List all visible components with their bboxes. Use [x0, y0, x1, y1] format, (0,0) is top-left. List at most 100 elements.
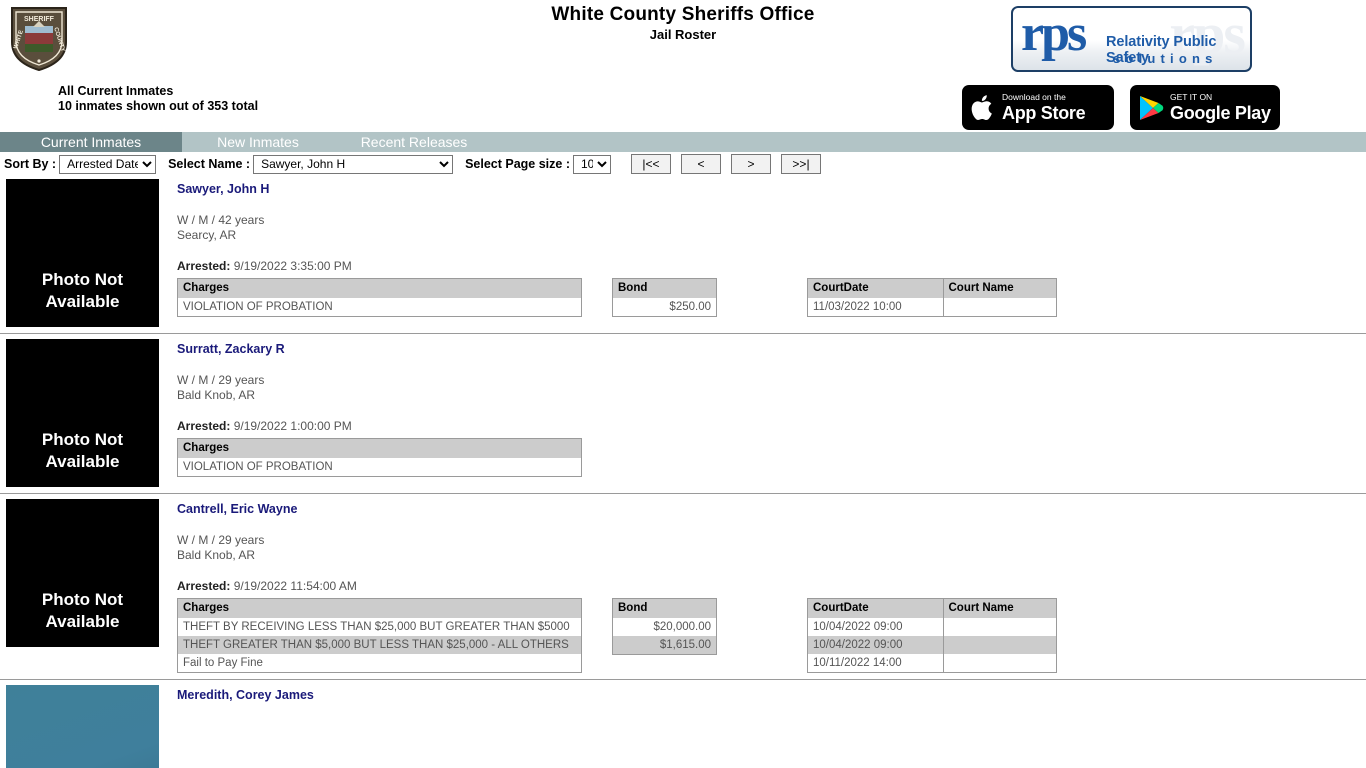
inmate-tables: Charges THEFT BY RECEIVING LESS THAN $25,…	[177, 598, 1366, 673]
court-name-value	[943, 654, 1057, 673]
charges-header-row: Charges	[177, 438, 582, 458]
prev-page-button[interactable]: <	[681, 154, 721, 174]
sheriff-badge-logo: SHERIFF WHITE COUNTY	[11, 7, 67, 72]
inmate-city: Bald Knob, AR	[177, 388, 256, 402]
next-page-button[interactable]: >	[731, 154, 771, 174]
inmate-name-link[interactable]: Surratt, Zackary R	[177, 342, 1366, 357]
inmate-tables: Charges VIOLATION OF PROBATION Bond $250.00…	[177, 278, 1366, 317]
tab-current-inmates-label: Current Inmates	[40, 134, 142, 150]
tab-current-inmates[interactable]: Current Inmates	[0, 132, 182, 152]
google-play-badge[interactable]: GET IT ON Google Play	[1130, 85, 1280, 130]
arrested-datetime: 9/19/2022 11:54:00 AM	[233, 579, 357, 593]
charges-header-row: Charges	[177, 598, 582, 618]
pagination-controls: |<< < > >>|	[631, 154, 821, 174]
court-table-wrapper: CourtDate Court Name 11/03/2022 10:00	[807, 278, 1057, 317]
inmate-demographics: W / M / 29 years Bald Knob, AR	[177, 533, 1366, 563]
bond-amount: $1,615.00	[612, 636, 717, 655]
sort-by-label: Sort By :	[4, 157, 57, 171]
charge-description: THEFT BY RECEIVING LESS THAN $25,000 BUT…	[183, 621, 570, 633]
court-name-value	[943, 636, 1057, 654]
arrested-info: Arrested: 9/19/2022 1:00:00 PM	[177, 419, 1366, 434]
select-name-select[interactable]: Sawyer, John H	[253, 154, 454, 174]
roster-summary: All Current Inmates 10 inmates shown out…	[58, 84, 258, 114]
court-name-value	[943, 618, 1057, 636]
bond-header-row: Bond	[612, 598, 717, 618]
rps-tagline-2: solutions	[1113, 51, 1218, 66]
bond-amount: $20,000.00	[653, 621, 711, 633]
first-page-button[interactable]: |<<	[631, 154, 671, 174]
arrested-info: Arrested: 9/19/2022 11:54:00 AM	[177, 579, 1366, 594]
bond-row: $20,000.00	[613, 618, 717, 636]
tab-recent-releases[interactable]: Recent Releases	[334, 132, 494, 152]
charges-table: Charges THEFT BY RECEIVING LESS THAN $25,…	[177, 598, 582, 673]
charge-description: THEFT GREATER THAN $5,000 BUT LESS THAN …	[177, 636, 582, 654]
court-row: 10/04/2022 09:00	[807, 618, 1057, 636]
rps-logo[interactable]: rps rps Relativity Public Safety solutio…	[1011, 6, 1252, 72]
inmate-details: Meredith, Corey James	[159, 680, 1366, 768]
tab-bar: Current Inmates New Inmates Recent Relea…	[0, 132, 1366, 152]
arrested-info: Arrested: 9/19/2022 3:35:00 PM	[177, 259, 1366, 274]
bond-row: $1,615.00	[612, 636, 717, 655]
inmate-race-sex-age: W / M / 42 years	[177, 213, 265, 227]
charge-row: THEFT GREATER THAN $5,000 BUT LESS THAN …	[177, 636, 582, 654]
bond-column-header: Bond	[612, 278, 717, 298]
sort-by-select[interactable]: Arrested Date	[59, 154, 157, 174]
inmate-details: Cantrell, Eric Wayne W / M / 29 years Bald…	[159, 494, 1366, 673]
charge-description: VIOLATION OF PROBATION	[183, 301, 333, 313]
inmate-photo-placeholder[interactable]: Photo Not Available	[6, 499, 159, 647]
court-row: 10/04/2022 09:00	[807, 636, 1057, 654]
google-play-text: GET IT ON Google Play	[1170, 93, 1271, 122]
bond-table-wrapper: Bond $20,000.00 $1,615.00	[612, 598, 717, 655]
filter-bar: Sort By : Arrested Date Select Name : Sa…	[0, 152, 1366, 174]
inmate-city: Bald Knob, AR	[177, 548, 256, 562]
court-date-value: 10/04/2022 09:00	[807, 618, 944, 636]
inmate-race-sex-age: W / M / 29 years	[177, 533, 265, 547]
inmate-name-link[interactable]: Cantrell, Eric Wayne	[177, 502, 1366, 517]
bond-amount: $250.00	[669, 301, 711, 313]
charge-description: VIOLATION OF PROBATION	[183, 461, 333, 473]
inmate-tables: Charges VIOLATION OF PROBATION	[177, 438, 1366, 477]
app-store-small-label: Download on the	[1002, 92, 1066, 103]
court-name-column-header: Court Name	[943, 598, 1057, 618]
inmate-photo-placeholder[interactable]: Photo Not Available	[6, 339, 159, 487]
photo-not-available-label: Photo Not Available	[41, 590, 124, 631]
inmate-demographics: W / M / 42 years Searcy, AR	[177, 213, 1366, 243]
inmate-record: Photo Not Available Meredith, Corey James	[0, 680, 1366, 768]
page-size-select[interactable]: 10	[573, 154, 611, 174]
bond-column-header: Bond	[612, 598, 717, 618]
inmate-record: Photo Not Available Sawyer, John H W / M /…	[0, 174, 1366, 334]
inmate-details: Surratt, Zackary R W / M / 29 years Bald K…	[159, 334, 1366, 487]
inmate-name-link[interactable]: Meredith, Corey James	[177, 688, 1366, 703]
photo-not-available-label: Photo Not Available	[41, 270, 124, 311]
page-size-label: Select Page size :	[465, 157, 570, 171]
court-date-column-header: CourtDate	[807, 598, 944, 618]
inmate-name-link[interactable]: Sawyer, John H	[177, 182, 1366, 197]
court-date-value: 10/11/2022 14:00	[807, 654, 944, 673]
court-name-column-header: Court Name	[943, 278, 1057, 298]
app-store-badge[interactable]: Download on the App Store	[962, 85, 1114, 130]
court-date-value: 10/04/2022 09:00	[807, 636, 944, 654]
inmate-mugshot[interactable]: Photo Not Available	[6, 685, 159, 768]
bond-table: Bond $250.00	[612, 278, 717, 317]
bond-header-row: Bond	[612, 278, 717, 298]
summary-line-2: 10 inmates shown out of 353 total	[58, 99, 259, 113]
last-page-button[interactable]: >>|	[781, 154, 821, 174]
inmate-race-sex-age: W / M / 29 years	[177, 373, 265, 387]
inmate-photo-placeholder[interactable]: Photo Not Available	[6, 179, 159, 327]
arrested-datetime: 9/19/2022 3:35:00 PM	[233, 259, 352, 273]
court-header-row: CourtDate Court Name	[807, 278, 1057, 298]
court-row: 11/03/2022 10:00	[807, 298, 1057, 317]
arrested-label: Arrested:	[177, 419, 234, 433]
court-header-row: CourtDate Court Name	[807, 598, 1057, 618]
charges-table: Charges VIOLATION OF PROBATION	[177, 278, 582, 317]
page-header: SHERIFF WHITE COUNTY White County Sherif…	[0, 0, 1366, 132]
court-table-wrapper: CourtDate Court Name 10/04/2022 09:00 10/04…	[807, 598, 1057, 673]
charge-row: VIOLATION OF PROBATION	[178, 458, 582, 477]
rps-wordmark: rps	[1021, 6, 1087, 62]
tab-new-inmates-label: New Inmates	[217, 134, 299, 150]
app-store-big-label: App Store	[1002, 102, 1086, 123]
tab-new-inmates[interactable]: New Inmates	[182, 132, 334, 152]
inmate-record: Photo Not Available Cantrell, Eric Wayne W…	[0, 494, 1366, 680]
google-play-icon	[1140, 95, 1164, 120]
court-date-column-header: CourtDate	[807, 278, 944, 298]
